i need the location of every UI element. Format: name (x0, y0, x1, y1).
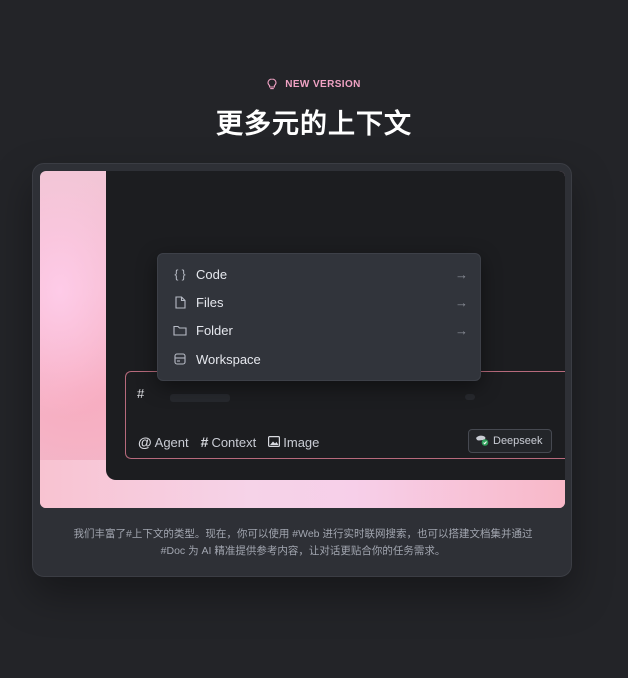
workspace-icon (172, 351, 188, 367)
menu-item-label: Folder (196, 322, 233, 338)
model-label: Deepseek (493, 435, 543, 447)
ghost-arrow (465, 394, 475, 400)
agent-button[interactable]: @ Agent (138, 434, 189, 450)
menu-item-label: Files (196, 294, 224, 310)
model-icon (475, 434, 489, 449)
image-label: Image (283, 434, 320, 450)
menu-item-label: Workspace (196, 351, 261, 367)
new-version-badge: NEW VERSION (0, 78, 628, 90)
arrow-right-icon: → (455, 294, 468, 310)
menu-item-label: Code (196, 266, 228, 282)
hero-preview: # @ Agent # Context Image Deepseek {} C… (40, 171, 565, 508)
braces-icon: { } (174, 267, 186, 281)
feature-card: # @ Agent # Context Image Deepseek {} C… (32, 163, 572, 577)
folder-icon (172, 322, 188, 338)
page-title: 更多元的上下文 (216, 109, 412, 139)
model-selector-button[interactable]: Deepseek (468, 429, 552, 453)
menu-item-files[interactable]: Files → (158, 288, 480, 316)
image-icon (268, 435, 281, 450)
arrow-right-icon: → (455, 322, 468, 338)
arrow-right-icon: → (455, 266, 468, 282)
chat-input[interactable]: # @ Agent # Context Image Deepseek (125, 371, 565, 459)
context-button[interactable]: # Context (201, 434, 257, 450)
file-icon (172, 294, 188, 310)
context-label: Context (211, 434, 257, 450)
at-icon: @ (138, 434, 152, 450)
lightbulb-icon (267, 78, 277, 90)
context-menu: { } Code → Files → Folder → Workspace (157, 253, 481, 381)
image-button[interactable]: Image (268, 435, 319, 450)
menu-item-code[interactable]: { } Code → (158, 260, 480, 288)
page: NEW VERSION 更多元的上下文 # @ Agent # Context (0, 0, 628, 678)
input-toolbar: @ Agent # Context Image (138, 434, 319, 450)
ghost-text (170, 394, 230, 402)
menu-item-folder[interactable]: Folder → (158, 316, 480, 344)
agent-label: Agent (154, 434, 189, 450)
description-line-1: 我们丰富了#上下文的类型。现在，你可以使用 #Web 进行实时联网搜索，也可以搭… (73, 528, 533, 540)
badge-label: NEW VERSION (285, 78, 361, 90)
feature-description: 我们丰富了#上下文的类型。现在，你可以使用 #Web 进行实时联网搜索，也可以搭… (33, 526, 573, 560)
menu-item-workspace[interactable]: Workspace (158, 345, 480, 373)
hash-icon: # (200, 434, 209, 450)
description-line-2: #Doc 为 AI 精准提供参考内容，让对话更贴合你的任务需求。 (160, 545, 446, 557)
input-value[interactable]: # (137, 386, 144, 401)
